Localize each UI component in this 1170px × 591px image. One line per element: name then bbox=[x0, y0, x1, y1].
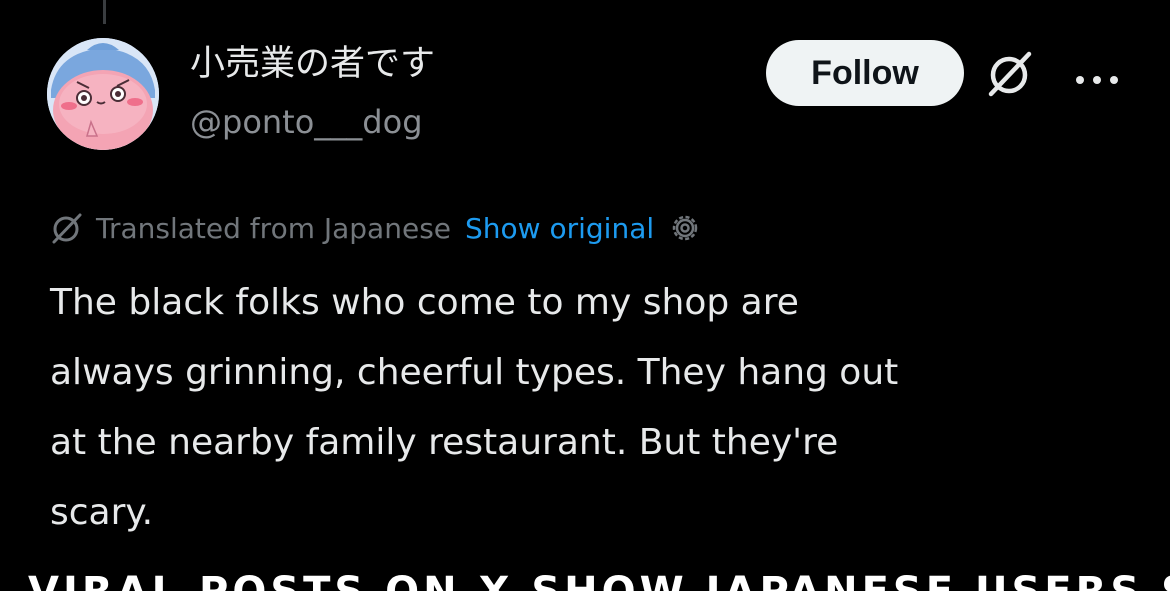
gear-icon[interactable] bbox=[668, 211, 702, 245]
grok-icon[interactable] bbox=[985, 50, 1035, 98]
display-name[interactable]: 小売業の者です bbox=[190, 42, 435, 86]
caption-text: VIRAL POSTS ON X SHOW JAPANESE USERS SPE… bbox=[28, 572, 1170, 591]
avatar[interactable] bbox=[47, 38, 159, 150]
caption-banner: VIRAL POSTS ON X SHOW JAPANESE USERS SPE… bbox=[0, 566, 1170, 591]
translation-bar: Translated from Japanese Show original bbox=[50, 205, 702, 251]
grok-translate-icon bbox=[52, 213, 82, 244]
more-horizontal-icon[interactable] bbox=[1075, 70, 1119, 84]
tweet-text: The black folks who come to my shop are … bbox=[50, 282, 899, 533]
follow-button[interactable]: Follow bbox=[766, 40, 964, 106]
thread-connector-line bbox=[103, 0, 106, 24]
avatar-image bbox=[47, 38, 159, 150]
show-original-link[interactable]: Show original bbox=[465, 212, 654, 245]
user-handle[interactable]: @ponto___dog bbox=[190, 102, 423, 142]
translated-from-label: Translated from Japanese bbox=[96, 211, 452, 245]
